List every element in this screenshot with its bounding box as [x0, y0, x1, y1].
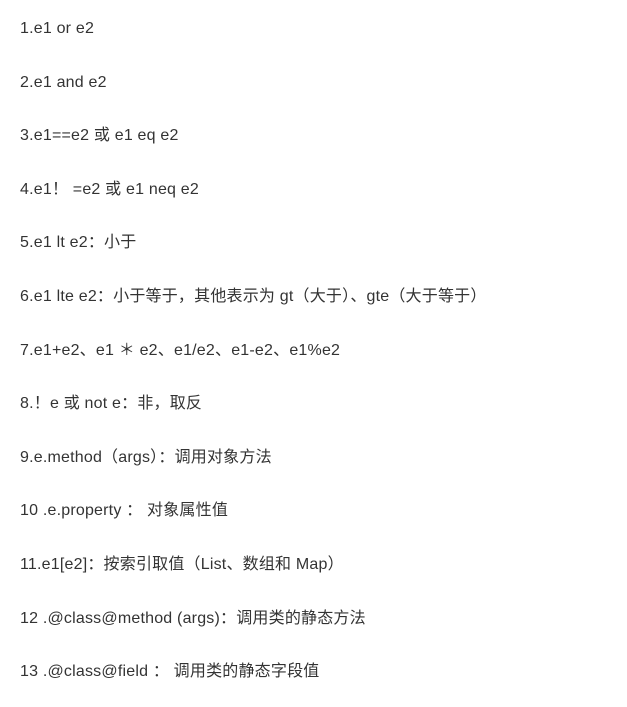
list-item: 11.e1[e2]：按索引取值（List、数组和 Map） [20, 552, 607, 578]
list-item: 1.e1 or e2 [20, 16, 607, 42]
list-item: 7.e1+e2、e1 ＊ e2、e1/e2、e1-e2、e1%e2 [20, 338, 607, 364]
list-item: 9.e.method（args）：调用对象方法 [20, 445, 607, 471]
document-list: 1.e1 or e2 2.e1 and e2 3.e1==e2 或 e1 eq … [20, 16, 607, 685]
list-item: 10 .e.property ： 对象属性值 [20, 498, 607, 524]
list-item: 12 .@class@method (args)：调用类的静态方法 [20, 606, 607, 632]
list-item: 6.e1 lte e2：小于等于，其他表示为 gt（大于）、gte（大于等于） [20, 284, 607, 310]
list-item: 3.e1==e2 或 e1 eq e2 [20, 123, 607, 149]
list-item: 4.e1！ =e2 或 e1 neq e2 [20, 177, 607, 203]
list-item: 5.e1 lt e2：小于 [20, 230, 607, 256]
list-item: 2.e1 and e2 [20, 70, 607, 96]
list-item: 13 .@class@field ： 调用类的静态字段值 [20, 659, 607, 685]
list-item: 8.！e 或 not e：非，取反 [20, 391, 607, 417]
